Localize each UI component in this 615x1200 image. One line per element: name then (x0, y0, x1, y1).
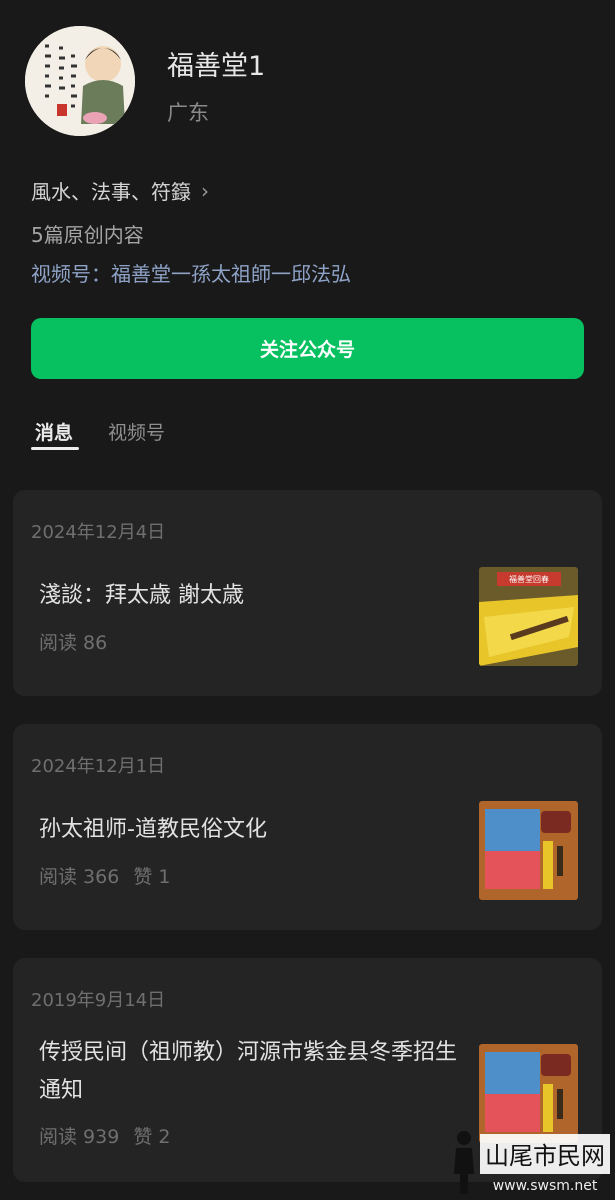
read-count: 阅读 86 (39, 632, 108, 654)
article-card[interactable]: 2024年12月1日 孙太祖师-道教民俗文化 阅读 366 赞 1 (13, 724, 602, 930)
service-categories[interactable]: 風水、法事、符籙 › (31, 176, 209, 205)
article-title: 淺談：拜太歳 謝太歳 (39, 583, 244, 608)
watermark-graphic: 山尾市民网 www.swsm.net (454, 1131, 610, 1194)
watermark-text: 山尾市民网 (485, 1142, 605, 1170)
thumbnail-banner-text: 福善堂回春 (509, 574, 549, 584)
article-stats: 阅读 939 赞 2 (39, 1122, 170, 1149)
watermark-url: www.swsm.net (493, 1178, 598, 1194)
thumbnail-image (479, 801, 578, 900)
channel-link[interactable]: 视频号：福善堂一孫太祖師一邱法弘 (31, 258, 351, 287)
tab-messages[interactable]: 消息 (35, 418, 73, 445)
read-count: 阅读 939 (39, 1126, 120, 1148)
avatar-illustration (25, 26, 135, 136)
article-stats: 阅读 366 赞 1 (39, 862, 170, 889)
article-stats: 阅读 86 (39, 628, 107, 655)
read-count: 阅读 366 (39, 866, 120, 888)
chevron-right-icon: › (201, 178, 209, 203)
follow-button[interactable]: 关注公众号 (31, 318, 584, 379)
account-region: 广东 (167, 101, 209, 125)
like-count: 赞 2 (133, 1126, 171, 1148)
article-thumbnail: 福善堂回春 (479, 567, 578, 666)
account-name: 福善堂1 (167, 51, 266, 82)
article-title: 孙太祖师-道教民俗文化 (39, 817, 267, 842)
tab-channels[interactable]: 视频号 (108, 418, 165, 445)
active-tab-indicator (31, 447, 79, 450)
thumbnail-image: 福善堂回春 (479, 567, 578, 666)
article-date: 2019年9月14日 (31, 990, 166, 1011)
article-card[interactable]: 2024年12月4日 淺談：拜太歳 謝太歳 阅读 86 福善堂回春 (13, 490, 602, 696)
article-thumbnail (479, 801, 578, 900)
like-count: 赞 1 (133, 866, 171, 888)
article-date: 2024年12月1日 (31, 756, 166, 777)
article-date: 2024年12月4日 (31, 522, 166, 543)
account-avatar[interactable] (25, 26, 135, 136)
original-content-count: 5篇原创内容 (31, 223, 144, 247)
site-watermark: 山尾市民网 www.swsm.net (446, 1124, 614, 1196)
article-title: 传授民间（祖师教）河源市紫金县冬季招生通知 (39, 1040, 458, 1103)
service-categories-label: 風水、法事、符籙 (31, 180, 191, 204)
